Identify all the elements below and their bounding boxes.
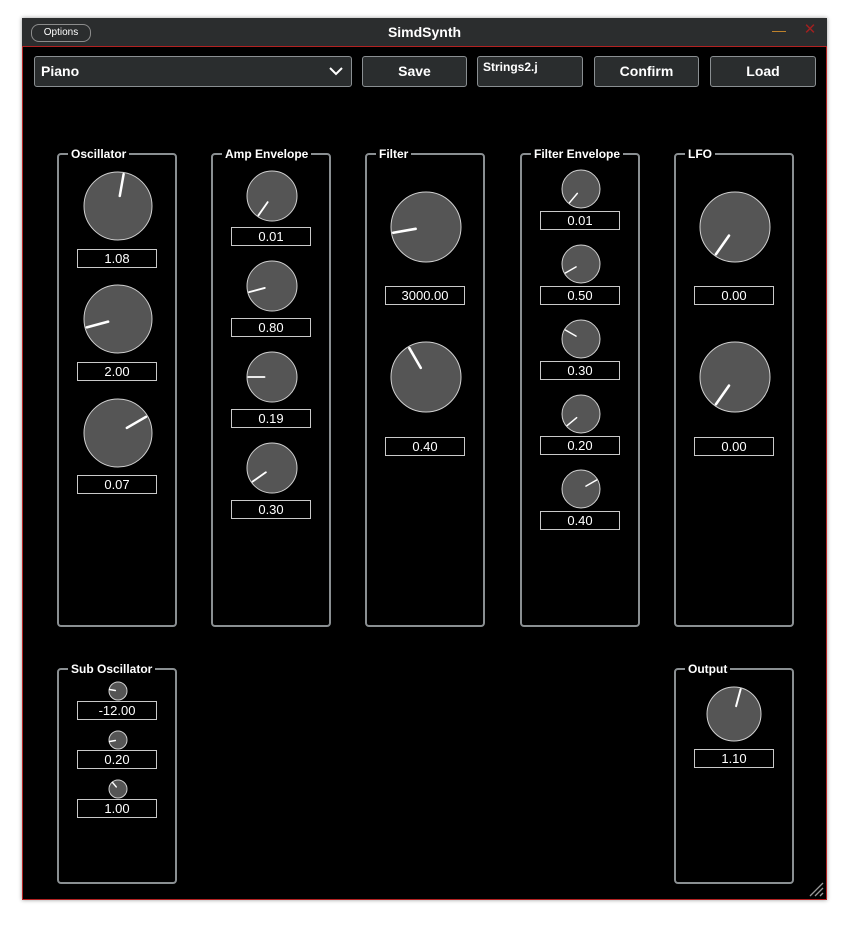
knob-body bbox=[561, 244, 601, 284]
sub-oscillator-value-2[interactable]: 0.20 bbox=[77, 750, 157, 769]
close-icon[interactable]: ✕ bbox=[803, 22, 817, 37]
amp-envelope-label: Amp Envelope bbox=[222, 146, 312, 162]
filter-envelope-knob-4[interactable] bbox=[561, 394, 601, 434]
amp-envelope-group: Amp Envelope 0.01 0.80 0.19 0.30 bbox=[211, 146, 331, 627]
output-knob-1[interactable] bbox=[706, 686, 762, 742]
oscillator-label: Oscillator bbox=[68, 146, 130, 162]
knob-body bbox=[561, 469, 601, 509]
main-content: Piano Save Strings2.j Confirm Load Oscil… bbox=[22, 46, 827, 900]
lfo-label: LFO bbox=[685, 146, 715, 162]
title-bar: Options SimdSynth — ✕ bbox=[22, 18, 827, 47]
knob-body bbox=[561, 394, 601, 434]
amp-envelope-knob-3[interactable] bbox=[246, 351, 298, 403]
amp-envelope-knob-4[interactable] bbox=[246, 442, 298, 494]
output-group: Output 1.10 bbox=[674, 661, 794, 884]
knob-body bbox=[390, 341, 462, 413]
sub-oscillator-group: Sub Oscillator -12.00 0.20 1.00 bbox=[57, 661, 177, 884]
amp-envelope-knob-2[interactable] bbox=[246, 260, 298, 312]
knob-body bbox=[246, 260, 298, 312]
knob-body bbox=[699, 341, 771, 413]
sub-oscillator-knob-2[interactable] bbox=[108, 730, 128, 750]
chevron-down-icon bbox=[329, 67, 343, 76]
knob-pointer bbox=[108, 739, 117, 743]
filter-envelope-value-5[interactable]: 0.40 bbox=[540, 511, 620, 530]
filter-envelope-value-3[interactable]: 0.30 bbox=[540, 361, 620, 380]
knob-body bbox=[83, 284, 153, 354]
knob-body bbox=[108, 681, 128, 701]
minimize-icon[interactable]: — bbox=[772, 23, 786, 37]
oscillator-knob-3[interactable] bbox=[83, 398, 153, 468]
synth-window: Options SimdSynth — ✕ Piano Save Strings… bbox=[22, 18, 827, 900]
oscillator-value-2[interactable]: 2.00 bbox=[77, 362, 157, 381]
knob-body bbox=[706, 686, 762, 742]
lfo-value-2[interactable]: 0.00 bbox=[694, 437, 774, 456]
knob-body bbox=[108, 779, 128, 799]
filter-knob-1[interactable] bbox=[390, 191, 462, 263]
load-button[interactable]: Load bbox=[710, 56, 816, 87]
preset-dropdown-value: Piano bbox=[41, 63, 80, 79]
filter-envelope-value-1[interactable]: 0.01 bbox=[540, 211, 620, 230]
knob-body bbox=[108, 730, 128, 750]
filter-value-2[interactable]: 0.40 bbox=[385, 437, 465, 456]
lfo-group: LFO 0.00 0.00 bbox=[674, 146, 794, 627]
sub-oscillator-label: Sub Oscillator bbox=[68, 661, 156, 677]
filter-value-1[interactable]: 3000.00 bbox=[385, 286, 465, 305]
filter-envelope-label: Filter Envelope bbox=[531, 146, 624, 162]
knob-body bbox=[561, 169, 601, 209]
filter-envelope-knob-3[interactable] bbox=[561, 319, 601, 359]
oscillator-knob-1[interactable] bbox=[83, 171, 153, 241]
preset-name-field[interactable]: Strings2.j bbox=[477, 56, 583, 87]
window-title: SimdSynth bbox=[387, 24, 462, 40]
filter-envelope-knob-2[interactable] bbox=[561, 244, 601, 284]
lfo-value-1[interactable]: 0.00 bbox=[694, 286, 774, 305]
lfo-knob-2[interactable] bbox=[699, 341, 771, 413]
knob-body bbox=[246, 442, 298, 494]
output-label: Output bbox=[685, 661, 731, 677]
filter-envelope-knob-1[interactable] bbox=[561, 169, 601, 209]
oscillator-knob-2[interactable] bbox=[83, 284, 153, 354]
save-button[interactable]: Save bbox=[362, 56, 467, 87]
sub-oscillator-knob-1[interactable] bbox=[108, 681, 128, 701]
knob-body bbox=[699, 191, 771, 263]
amp-envelope-knob-1[interactable] bbox=[246, 170, 298, 222]
knob-body bbox=[83, 398, 153, 468]
knob-body bbox=[246, 170, 298, 222]
knob-body bbox=[83, 171, 153, 241]
amp-envelope-value-4[interactable]: 0.30 bbox=[231, 500, 311, 519]
amp-envelope-value-3[interactable]: 0.19 bbox=[231, 409, 311, 428]
resize-grip-icon[interactable] bbox=[808, 881, 824, 897]
sub-oscillator-value-3[interactable]: 1.00 bbox=[77, 799, 157, 818]
lfo-knob-1[interactable] bbox=[699, 191, 771, 263]
sub-oscillator-knob-3[interactable] bbox=[108, 779, 128, 799]
knob-pointer bbox=[108, 688, 117, 692]
filter-label: Filter bbox=[376, 146, 412, 162]
sub-oscillator-value-1[interactable]: -12.00 bbox=[77, 701, 157, 720]
filter-envelope-value-4[interactable]: 0.20 bbox=[540, 436, 620, 455]
filter-envelope-group: Filter Envelope 0.01 0.50 0.30 0.20 0.40 bbox=[520, 146, 640, 627]
oscillator-value-1[interactable]: 1.08 bbox=[77, 249, 157, 268]
filter-envelope-knob-5[interactable] bbox=[561, 469, 601, 509]
amp-envelope-value-2[interactable]: 0.80 bbox=[231, 318, 311, 337]
output-value-1[interactable]: 1.10 bbox=[694, 749, 774, 768]
oscillator-group: Oscillator 1.08 2.00 0.07 bbox=[57, 146, 177, 627]
amp-envelope-value-1[interactable]: 0.01 bbox=[231, 227, 311, 246]
knob-body bbox=[561, 319, 601, 359]
filter-knob-2[interactable] bbox=[390, 341, 462, 413]
filter-group: Filter 3000.00 0.40 bbox=[365, 146, 485, 627]
oscillator-value-3[interactable]: 0.07 bbox=[77, 475, 157, 494]
knob-body bbox=[390, 191, 462, 263]
preset-dropdown[interactable]: Piano bbox=[34, 56, 352, 87]
confirm-button[interactable]: Confirm bbox=[594, 56, 699, 87]
filter-envelope-value-2[interactable]: 0.50 bbox=[540, 286, 620, 305]
